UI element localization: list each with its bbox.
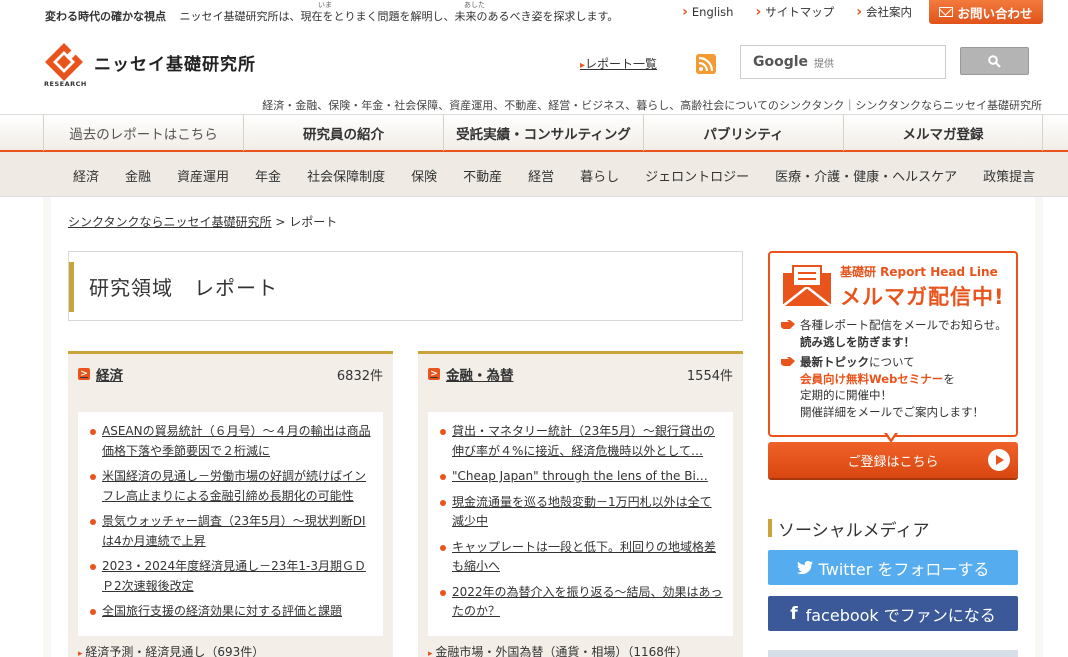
panel-count: 1554件 [686,368,733,384]
newsletter-bullet-1: 各種レポート配信をメールでお知らせ。 読み逃しを防ぎます！ [780,317,1012,350]
pointing-hand-icon [781,357,795,366]
ruby-ima: いま [318,1,332,9]
newsletter-register-button[interactable]: ご登録はこちら [768,442,1018,478]
tagline-bold: 変わる時代の確かな視点 [45,10,166,23]
page-title: 研究領域 レポート [89,276,278,300]
breadcrumb-home[interactable]: シンクタンクならニッセイ基礎研究所 [68,215,272,229]
search-brand: Google [753,54,809,70]
category-panel-economy: > 経済 6832件 ASEANの貿易統計（６月号）～４月の輸出は商品価格下落や… [68,351,393,657]
tagline: 変わる時代の確かな視点 ニッセイ基礎研究所は、現在をとりまく問題を解明し、未来の… [45,8,618,24]
english-link[interactable]: English [682,4,734,20]
subnav-finance[interactable]: 金融 [112,166,164,185]
newsletter-bullet-2: 最新トピックについて 会員向け無料Webセミナーを 定期的に開催中！ 開催詳細を… [780,354,1012,420]
nav-publicity[interactable]: パブリシティ [643,115,843,151]
subnav-economy[interactable]: 経済 [60,166,112,185]
top-strip: 変わる時代の確かな視点 ニッセイ基礎研究所は、現在をとりまく問題を解明し、未来の… [0,0,1068,32]
panel-title-economy[interactable]: > 経済 [78,364,123,384]
sitemap-link[interactable]: サイトマップ [755,4,834,20]
rss-icon[interactable] [696,54,716,74]
search-button[interactable] [960,47,1029,75]
list-item[interactable]: 貸出・マネタリー統計（23年5月）～銀行貸出の伸び率が４%に接近、経済危機時以外… [438,422,723,461]
ruby-ashita: あした [464,1,485,9]
top-links: English サイトマップ 会社案内 [682,4,912,20]
panel-count: 6832件 [336,368,383,384]
search-input[interactable]: Google 提供 [740,45,946,79]
list-item[interactable]: 全国旅行支援の経済効果に対する評価と課題 [88,602,373,622]
list-item[interactable]: 2023・2024年度経済見通し－23年1-3月期ＧＤＰ2次速報後改定 [88,557,373,596]
nav-researchers[interactable]: 研究員の紹介 [243,115,443,151]
category-panel-finance: > 金融・為替 1554件 貸出・マネタリー統計（23年5月）～銀行貸出の伸び率… [418,351,743,657]
facebook-icon: f [790,603,798,624]
nav-newsletter[interactable]: メルマガ登録 [843,115,1043,151]
search-brand-suffix: 提供 [814,58,835,70]
subnav-management[interactable]: 経営 [515,166,567,185]
nav-past-reports[interactable]: 過去のレポートはこちら [43,115,243,151]
list-item[interactable]: "Cheap Japan" through the lens of the Bi… [438,467,723,487]
subnav-social-security[interactable]: 社会保障制度 [294,166,398,185]
breadcrumb: シンクタンクならニッセイ基礎研究所 > レポート [68,213,337,230]
breadcrumb-sep: > [271,215,290,229]
search-icon [988,54,1001,68]
report-list: ASEANの貿易統計（６月号）～４月の輸出は商品価格下落や季節要因で２桁減に 米… [78,412,383,636]
social-media-heading: ソーシャルメディア [768,516,929,541]
company-link[interactable]: 会社案内 [856,4,912,20]
main-nav: 過去のレポートはこちら 研究員の紹介 受託実績・コンサルティング パブリシティ … [0,114,1068,152]
subnav-healthcare[interactable]: 医療・介護・健康・ヘルスケア [762,166,970,185]
subnav-living[interactable]: 暮らし [567,166,632,185]
envelope-icon [782,265,832,307]
sidebar-bottom-strip [768,650,1018,657]
list-item[interactable]: 米国経済の見通し－労働市場の好調が続けばインフレ高止まりによる金融引締め長期化の… [88,467,373,506]
subnav-gerontology[interactable]: ジェロントロジー [632,166,762,185]
newsletter-headline: メルマガ配信中! [840,285,1005,309]
list-item[interactable]: 現金流通量を巡る地殻変動－1万円札以外は全て減少中 [438,493,723,532]
nissay-logo-icon[interactable] [44,42,84,82]
twitter-bird-icon [796,561,813,574]
list-item[interactable]: 2022年の為替介入を振り返る～結局、効果はあったのか？ [438,583,723,622]
play-icon [988,449,1010,471]
list-item[interactable]: 景気ウォッチャー調査（23年5月）～現状判断DIは4か月連続で上昇 [88,512,373,551]
nav-consulting[interactable]: 受託実績・コンサルティング [443,115,643,151]
site-name[interactable]: ニッセイ基礎研究所 [94,50,256,75]
subnav-pension[interactable]: 年金 [242,166,294,185]
contact-button[interactable]: お問い合わせ [929,0,1043,24]
pointing-hand-icon [781,320,795,329]
subnav-policy[interactable]: 政策提言 [970,166,1048,185]
breadcrumb-current: レポート [289,215,338,229]
facebook-fan-button[interactable]: f facebook でファンになる [768,596,1018,631]
arrow-right-icon: > [428,368,440,380]
mail-icon [939,7,954,17]
twitter-follow-button[interactable]: Twitter をフォローする [768,550,1018,585]
list-item[interactable]: ASEANの貿易統計（６月号）～４月の輸出は商品価格下落や季節要因で２桁減に [88,422,373,461]
newsletter-promo[interactable]: 基礎研 Report Head Line メルマガ配信中! 各種レポート配信をメ… [768,251,1018,437]
report-list: 貸出・マネタリー統計（23年5月）～銀行貸出の伸び率が４%に接近、経済危機時以外… [428,412,733,636]
arrow-right-icon: > [78,368,90,380]
logo-subtext: RESEARCH [44,80,87,88]
tagline-text: ニッセイ基礎研究所は、現在をとりまく問題を解明し、未来のあるべき姿を探求します。 [179,10,619,23]
subcategory-link[interactable]: 金融市場・外国為替（通貨・相場）（1168件） [428,643,688,657]
page-title-box: 研究領域 レポート [68,251,743,321]
newsletter-kicker: 基礎研 Report Head Line [840,265,998,279]
subnav-insurance[interactable]: 保険 [398,166,450,185]
panel-title-finance[interactable]: > 金融・為替 [428,364,514,384]
sub-nav: 経済 金融 資産運用 年金 社会保障制度 保険 不動産 経営 暮らし ジェロント… [0,152,1068,197]
site-description: 経済・金融、保険・年金・社会保障、資産運用、不動産、経営・ビジネス、暮らし、高齢… [262,99,1042,112]
subnav-asset-management[interactable]: 資産運用 [164,166,242,185]
subnav-real-estate[interactable]: 不動産 [450,166,515,185]
report-list-link[interactable]: レポート一覧 [580,55,657,72]
contact-label: お問い合わせ [957,5,1033,21]
subcategory-link[interactable]: 経済予測・経済見通し（693件） [78,643,264,657]
list-item[interactable]: キャップレートは一段と低下。利回りの地域格差も縮小へ [438,538,723,577]
